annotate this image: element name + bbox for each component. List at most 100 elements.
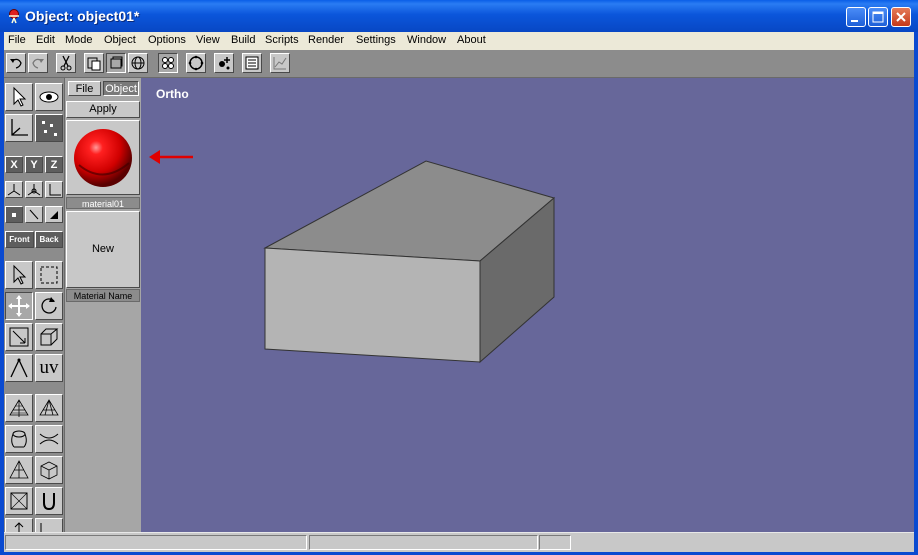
object-axis-button[interactable] [25, 181, 43, 198]
menu-edit[interactable]: Edit [36, 34, 55, 46]
paste-button[interactable] [84, 53, 104, 73]
lathe-button[interactable] [5, 425, 33, 453]
bevel-button[interactable] [35, 518, 63, 532]
box-object[interactable] [141, 78, 914, 532]
menu-settings[interactable]: Settings [356, 34, 396, 46]
vertices-button[interactable] [158, 53, 178, 73]
select-tool-button[interactable] [5, 83, 33, 111]
material-sphere-icon [74, 129, 132, 187]
material-name-label: material01 [66, 197, 140, 209]
axis-x-button[interactable]: X [5, 156, 23, 173]
menu-scripts[interactable]: Scripts [265, 34, 299, 46]
sphere-wire-button[interactable] [5, 394, 33, 422]
back-label: Back [39, 235, 59, 244]
face-mode-button[interactable] [45, 206, 63, 223]
redo-button[interactable] [28, 53, 48, 73]
minimize-button[interactable] [846, 7, 866, 27]
magnet-icon [43, 493, 55, 511]
wire-sphere-icon [9, 399, 29, 417]
undo-button[interactable] [6, 53, 26, 73]
magnet-button[interactable] [35, 487, 63, 515]
axis-y-button[interactable]: Y [25, 156, 43, 173]
menu-render[interactable]: Render [308, 34, 344, 46]
close-button[interactable] [891, 7, 911, 27]
main-toolbar [4, 50, 914, 78]
scale-tool-button[interactable] [5, 323, 33, 351]
cut-button[interactable] [56, 53, 76, 73]
points-icon [42, 121, 57, 136]
bend-icon [10, 358, 28, 378]
list-button[interactable] [242, 53, 262, 73]
menu-build[interactable]: Build [231, 34, 255, 46]
cut-icon [60, 55, 72, 71]
viewport-3d[interactable]: Ortho [141, 78, 914, 532]
cube-scale-icon [40, 328, 59, 346]
back-button[interactable]: Back [35, 231, 63, 248]
title-bar[interactable]: Object: object01* [0, 0, 918, 32]
axis-z-button[interactable]: Z [45, 156, 63, 173]
rotate-tool-button[interactable] [35, 292, 63, 320]
graph-button[interactable] [270, 53, 290, 73]
menu-view[interactable]: View [196, 34, 220, 46]
uv-tool-button[interactable]: uv [35, 354, 63, 382]
circle-select-button[interactable] [186, 53, 206, 73]
view-eye-button[interactable] [35, 83, 63, 111]
copy-icon [110, 56, 123, 69]
rect-select-button[interactable] [35, 261, 63, 289]
cube-button[interactable] [35, 456, 63, 484]
taper-tool-button[interactable] [35, 323, 63, 351]
status-cell-3 [539, 535, 571, 550]
copy-button[interactable] [106, 53, 126, 73]
extrude-button[interactable] [5, 518, 33, 532]
bend-tool-button[interactable] [5, 354, 33, 382]
menu-window[interactable]: Window [407, 34, 446, 46]
menu-file[interactable]: File [8, 34, 26, 46]
material-name-field-label: Material Name [66, 289, 140, 302]
vertex-icon [12, 213, 16, 217]
box-button[interactable] [5, 487, 33, 515]
world-axis-button[interactable] [45, 181, 63, 198]
axis-x-label: X [10, 158, 18, 171]
local-axis-button[interactable] [5, 181, 23, 198]
twist-icon [39, 433, 59, 445]
object-axis-icon [27, 184, 41, 196]
redo-icon [32, 58, 44, 69]
lathe-icon [11, 430, 27, 448]
vertices-icon [162, 57, 174, 69]
app-icon [9, 9, 19, 24]
move-tool-button[interactable] [5, 292, 33, 320]
cone-button[interactable] [5, 456, 33, 484]
arrow-pointer-icon [13, 264, 27, 285]
box-front-face [264, 247, 481, 363]
tab-object[interactable]: Object [103, 81, 139, 96]
material-swatch[interactable] [66, 120, 140, 195]
cone-icon [9, 460, 29, 479]
globe-button[interactable] [128, 53, 148, 73]
front-button[interactable]: Front [5, 231, 34, 248]
maximize-button[interactable] [868, 7, 888, 27]
twist-button[interactable] [35, 425, 63, 453]
apply-button[interactable]: Apply [66, 101, 140, 118]
axes-icon [11, 119, 28, 136]
cube-icon [40, 461, 58, 480]
menu-about[interactable]: About [457, 34, 486, 46]
menu-object[interactable]: Object [104, 34, 136, 46]
axes-button[interactable] [5, 114, 33, 142]
points-button[interactable] [35, 114, 63, 142]
pick-tool-button[interactable] [5, 261, 33, 289]
add-vertex-button[interactable] [214, 53, 234, 73]
maximize-icon [872, 11, 884, 23]
vertex-mode-button[interactable] [5, 206, 23, 223]
new-material-button[interactable]: New [66, 211, 140, 288]
red-arrow-icon [149, 150, 193, 164]
front-label: Front [9, 235, 30, 244]
undo-icon [10, 58, 22, 69]
edge-mode-button[interactable] [25, 206, 43, 223]
wire-mesh-button[interactable] [35, 394, 63, 422]
pointer-icon [13, 86, 27, 107]
menu-mode[interactable]: Mode [65, 34, 93, 46]
tab-file[interactable]: File [68, 81, 101, 96]
edge-icon [29, 209, 39, 220]
menu-options[interactable]: Options [148, 34, 186, 46]
world-axis-icon [49, 184, 61, 196]
